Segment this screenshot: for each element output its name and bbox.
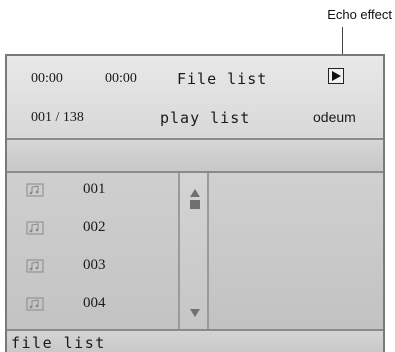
list-item[interactable]: 003 bbox=[7, 250, 178, 286]
music-file-icon bbox=[26, 183, 44, 197]
total-time: 00:00 bbox=[105, 71, 137, 86]
file-list-mode-label[interactable]: File list bbox=[177, 70, 267, 88]
scrollbar-thumb[interactable] bbox=[190, 200, 200, 209]
play-list-mode-label[interactable]: play list bbox=[160, 109, 250, 127]
track-counter: 001 / 138 bbox=[31, 110, 84, 125]
scroll-down-arrow-icon[interactable] bbox=[190, 309, 200, 317]
elapsed-time: 00:00 bbox=[31, 71, 63, 86]
file-list: 001 002 003 004 bbox=[7, 173, 178, 329]
list-item[interactable]: 001 bbox=[7, 174, 178, 210]
echo-effect-callout: Echo effect bbox=[327, 7, 392, 22]
list-scrollbar[interactable] bbox=[178, 173, 209, 329]
footer-bar: file list bbox=[7, 331, 383, 352]
list-item[interactable]: 002 bbox=[7, 212, 178, 248]
player-screen: 00:00 00:00 File list 001 / 138 play lis… bbox=[5, 54, 385, 352]
item-number: 004 bbox=[83, 295, 106, 311]
scroll-up-arrow-icon[interactable] bbox=[190, 189, 200, 197]
status-header: 00:00 00:00 File list 001 / 138 play lis… bbox=[7, 56, 383, 140]
detail-pane bbox=[209, 173, 383, 329]
info-bar bbox=[7, 140, 383, 173]
item-number: 003 bbox=[83, 257, 106, 273]
play-triangle-icon bbox=[332, 71, 341, 81]
music-file-icon bbox=[26, 221, 44, 235]
echo-effect-value[interactable]: odeum bbox=[313, 109, 356, 125]
list-item[interactable]: 004 bbox=[7, 288, 178, 324]
page: Echo effect 00:00 00:00 File list 001 / … bbox=[0, 0, 395, 352]
list-area: 001 002 003 004 bbox=[7, 173, 383, 331]
item-number: 002 bbox=[83, 219, 106, 235]
music-file-icon bbox=[26, 297, 44, 311]
play-status-icon[interactable] bbox=[328, 68, 344, 84]
footer-label: file list bbox=[11, 334, 106, 352]
music-file-icon bbox=[26, 259, 44, 273]
item-number: 001 bbox=[83, 181, 106, 197]
